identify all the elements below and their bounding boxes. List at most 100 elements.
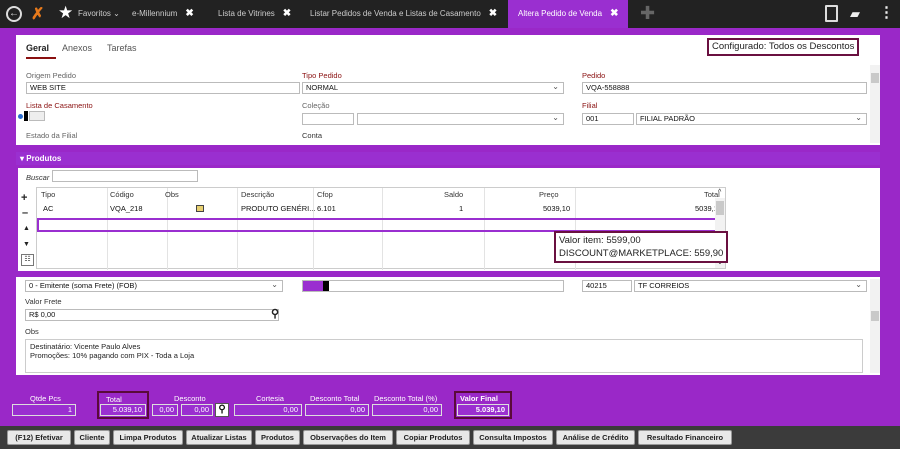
qtde-label: Qtde Pcs [30,394,61,403]
origem-field[interactable]: WEB SITE [26,82,300,94]
chevron-down-icon: ⌄ [113,9,120,18]
tipo-pedido-select[interactable]: NORMAL ⌄ [302,82,564,94]
estado-filial-label: Estado da Filial [26,131,78,140]
tab-label: Favoritos [78,9,111,18]
cell-saldo: 1 [459,204,464,213]
scroll-up-icon[interactable]: ^ [718,189,721,196]
buscar-label: Buscar [26,173,50,182]
buscar-input[interactable] [52,170,198,182]
back-icon[interactable]: ← [6,6,22,22]
chevron-down-icon: ⌄ [552,113,559,122]
col-tipo[interactable]: Tipo [41,190,55,199]
frete-scrollbar[interactable] [870,279,880,373]
move-up-icon[interactable]: ▲ [23,225,30,232]
close-icon[interactable]: ✖ [489,8,497,19]
table-row[interactable]: AC VQA_218 PRODUTO GENÉRI... 6.101 1 503… [37,202,727,216]
subtab-tarefas[interactable]: Tarefas [107,43,137,53]
col-descricao[interactable]: Descrição [241,190,274,199]
col-preco[interactable]: Preço [539,190,559,199]
chevron-down-icon: ⌄ [855,280,862,289]
move-down-icon[interactable]: ▼ [23,241,30,248]
tab-lista-vitrines[interactable]: Lista de Vitrines ✖ [218,0,291,28]
chat-icon[interactable]: ▰ [850,6,860,22]
transportadora-field[interactable] [302,280,564,292]
tipo-frete-select[interactable]: 0 - Emitente (soma Frete) (FOB) ⌄ [25,280,283,292]
cell-codigo: VQA_218 [110,204,143,213]
filial-select[interactable]: FILIAL PADRÃO ⌄ [636,113,867,125]
obs-textarea[interactable]: Destinatário: Vicente Paulo Alves Promoç… [25,339,863,373]
grid-options-icon[interactable]: ☷ [21,254,34,266]
action-bar: (F12) Efetivar Cliente Limpa Produtos At… [0,426,900,449]
top-bar: ← ✗ ★ Favoritos ⌄ e-Millennium ✖ Lista de… [0,0,900,28]
frete-panel: 0 - Emitente (soma Frete) (FOB) ⌄ 40215 T… [16,277,880,375]
app-logo-icon: ✗ [31,6,45,23]
remove-row-icon[interactable]: – [22,207,28,219]
desconto-total-label: Desconto Total [310,394,360,403]
obs-label: Obs [25,327,39,336]
col-codigo[interactable]: Código [110,190,134,199]
new-row-editor[interactable] [37,218,725,232]
transportadora-value: TF CORREIOS [638,281,690,290]
valor-frete-field[interactable]: R$ 0,00 [25,309,279,321]
close-icon[interactable]: ✖ [283,8,291,19]
desconto-pct-field: 0,00 [372,404,442,416]
cell-preco: 5039,10 [543,204,571,213]
subtab-geral[interactable]: Geral [26,43,49,53]
desconto-field-1[interactable]: 0,00 [152,404,178,416]
produtos-section-header[interactable]: ▾ Produtos [16,152,880,165]
limpa-produtos-button[interactable]: Limpa Produtos [113,430,183,445]
lista-casamento-field[interactable] [29,111,45,121]
tab-label: Altera Pedido de Venda [518,9,603,18]
filial-code-field[interactable]: 001 [582,113,634,125]
copiar-produtos-button[interactable]: Copiar Produtos [396,430,470,445]
search-icon[interactable]: ⚲ [271,307,279,320]
col-obs[interactable]: Obs [165,190,179,199]
desconto-search-icon[interactable]: ⚲ [215,403,229,417]
cliente-button[interactable]: Cliente [74,430,110,445]
desconto-pct-label: Desconto Total (%) [374,394,438,403]
col-saldo[interactable]: Saldo [444,190,463,199]
cortesia-label: Cortesia [256,394,284,403]
obs-note-icon[interactable] [196,205,204,212]
total-label: Total [106,395,122,404]
close-icon[interactable]: ✖ [610,8,618,19]
tab-e-millennium[interactable]: e-Millennium ✖ [132,0,194,28]
consulta-impostos-button[interactable]: Consulta Impostos [473,430,553,445]
lista-color-swatch [24,111,28,121]
add-row-icon[interactable]: + [21,192,27,204]
collapse-triangle-icon: ▾ [20,154,25,163]
more-options-icon[interactable]: ⋮ [879,3,894,21]
general-panel: Geral Anexos Tarefas Configurado: Todos … [16,35,880,145]
desconto-field-2[interactable]: 0,00 [181,404,213,416]
resultado-financeiro-button[interactable]: Resultado Financeiro [638,430,732,445]
pedido-field[interactable]: VQA-558888 [582,82,867,94]
colecao-label: Coleção [302,101,330,110]
panel-scrollbar[interactable] [870,65,880,143]
col-cfop[interactable]: Cfop [317,190,333,199]
chevron-down-icon: ⌄ [552,82,559,91]
produtos-button[interactable]: Produtos [255,430,300,445]
tab-altera-pedido[interactable]: Altera Pedido de Venda ✖ [508,0,629,28]
efetivar-button[interactable]: (F12) Efetivar [7,430,71,445]
transportadora-code-field[interactable]: 40215 [582,280,632,292]
qtde-field: 1 [12,404,76,416]
tab-listar-pedidos[interactable]: Listar Pedidos de Venda e Listas de Casa… [310,0,497,28]
add-tab-icon[interactable]: ✚ [640,3,655,24]
filial-value: FILIAL PADRÃO [640,114,696,123]
origem-label: Origem Pedido [26,71,77,80]
transportadora-select[interactable]: TF CORREIOS ⌄ [634,280,867,292]
analise-credito-button[interactable]: Análise de Crédito [556,430,635,445]
subtab-anexos[interactable]: Anexos [62,43,92,53]
tab-label: Listar Pedidos de Venda e Listas de Casa… [310,9,481,18]
atualizar-listas-button[interactable]: Atualizar Listas [186,430,252,445]
active-subtab-indicator [26,57,56,59]
colecao-select[interactable]: ⌄ [357,113,564,125]
colecao-code-field[interactable] [302,113,354,125]
clipboard-icon[interactable] [825,5,838,22]
tab-favoritos[interactable]: Favoritos ⌄ [78,0,120,28]
cell-descricao: PRODUTO GENÉRI... [241,204,316,213]
close-icon[interactable]: ✖ [185,8,193,19]
produtos-panel: Buscar + – ▲ ▼ ☷ Tipo Código Obs Descriç… [18,168,880,271]
star-icon[interactable]: ★ [58,3,73,23]
observacoes-item-button[interactable]: Observações do Item [303,430,393,445]
